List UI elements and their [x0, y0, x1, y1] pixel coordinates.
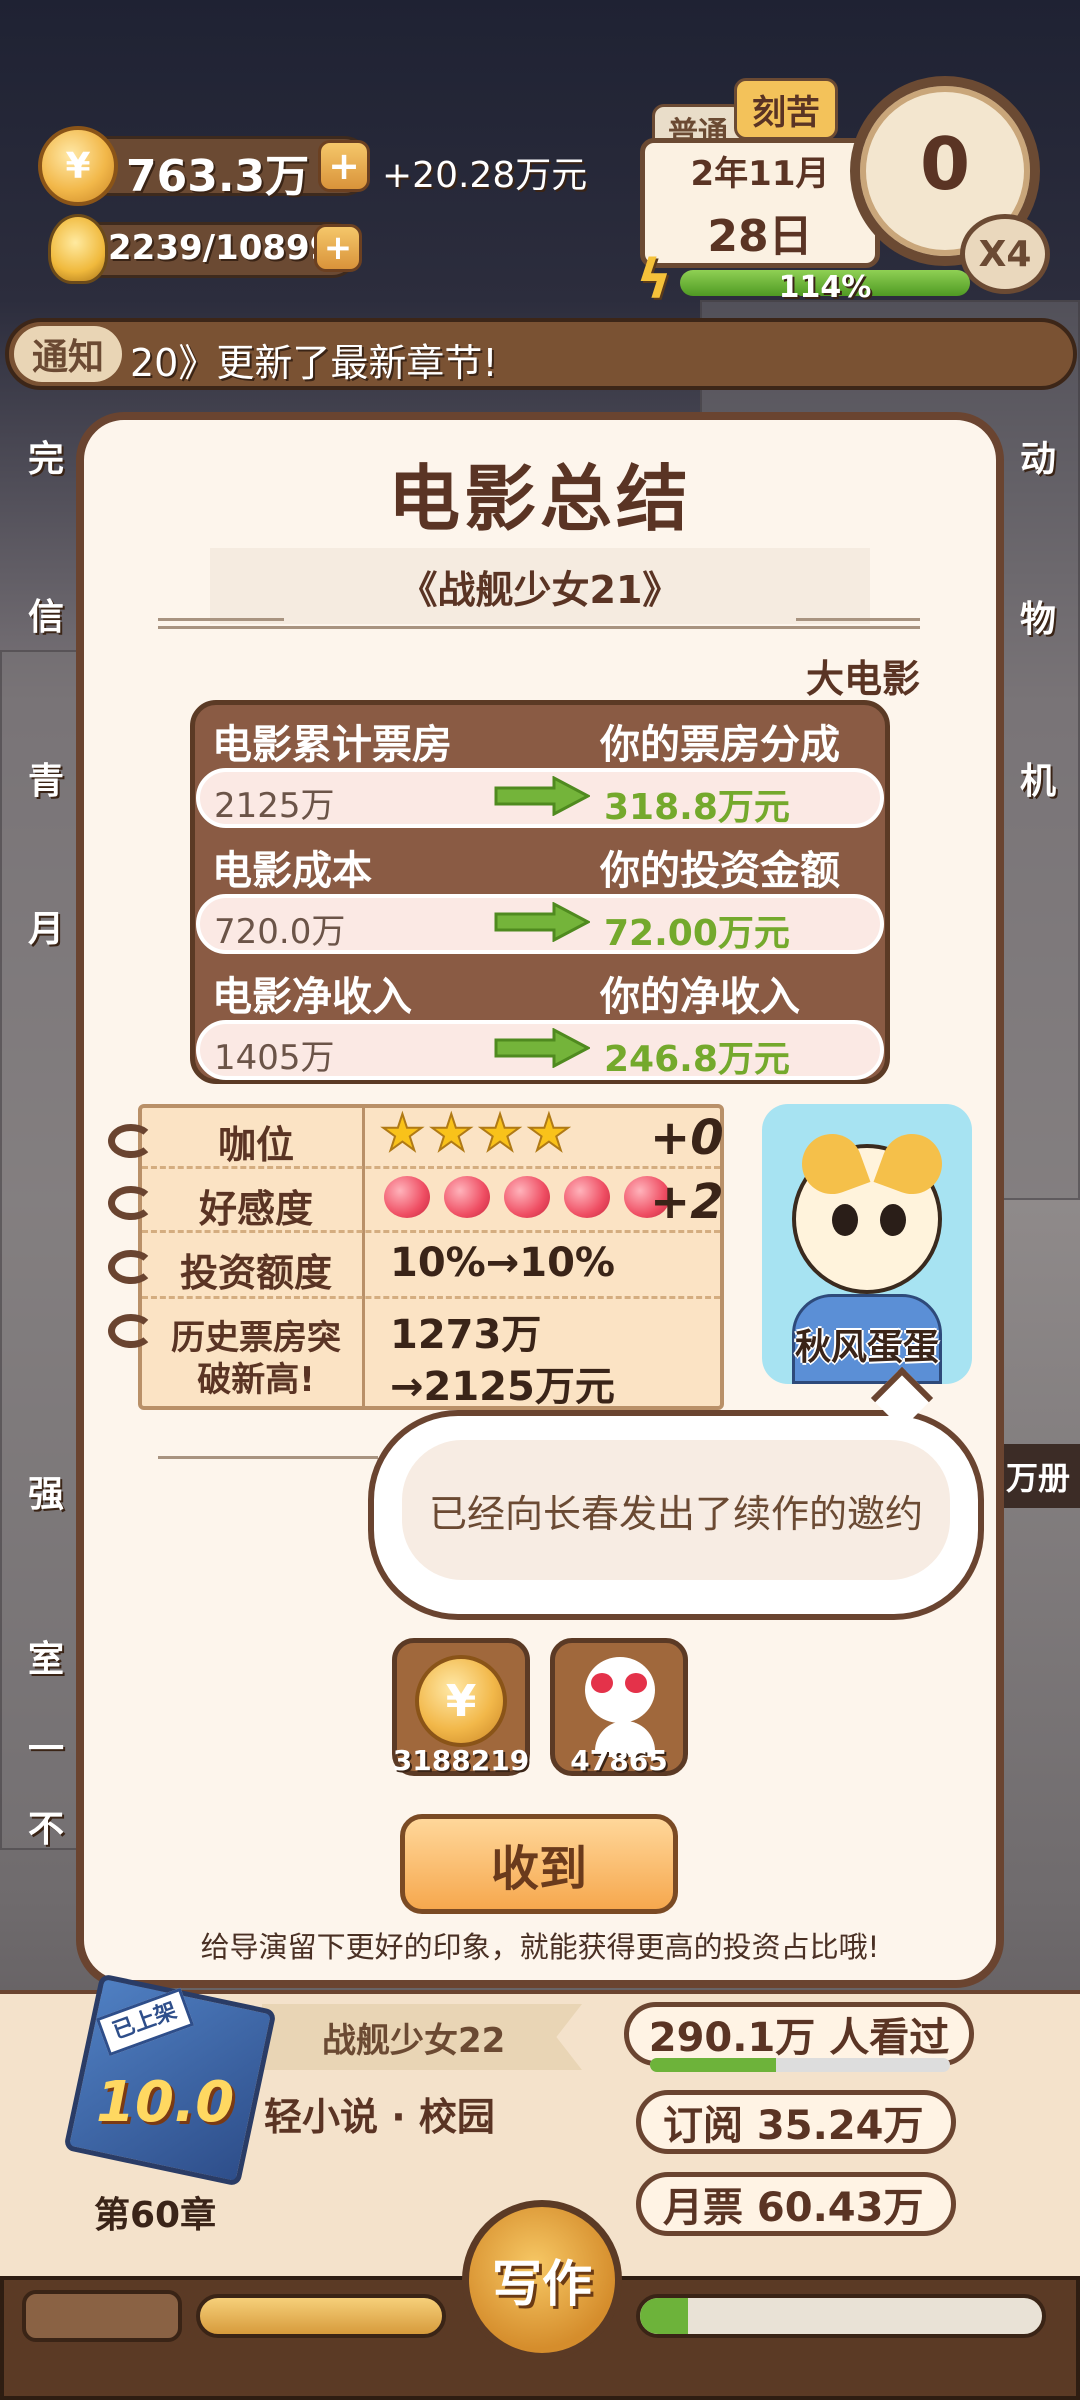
divider — [158, 618, 284, 621]
notebook-divider — [362, 1104, 365, 1410]
box-office-label: 电影累计票房 — [212, 722, 452, 768]
record-value-line2: →2125万元 — [390, 1364, 615, 1410]
heart-eye-icon — [591, 1673, 613, 1693]
affinity-label: 好感度 — [198, 1187, 313, 1231]
date-month: 2年11月 — [690, 154, 830, 194]
side-label: 不 — [28, 1809, 65, 1850]
cost-value: 720.0万 — [214, 912, 346, 952]
side-label: 月 — [28, 909, 65, 950]
movie-name: 《战舰少女21》 — [210, 548, 870, 624]
star-icon: ★ — [525, 1103, 572, 1163]
side-label: 完 — [28, 439, 65, 480]
side-label: 物 — [1020, 599, 1057, 640]
star-icon: ★ — [477, 1103, 524, 1163]
arrow-right-icon — [494, 776, 590, 816]
arrow-right-icon — [494, 902, 590, 942]
inspiration-value: 2239/10899 — [108, 228, 334, 268]
confirm-button[interactable]: 收到 — [400, 1814, 678, 1914]
side-label: 青 — [28, 761, 65, 802]
side-label: 室 — [28, 1639, 65, 1680]
book-title: 战舰少女22 — [262, 2004, 582, 2070]
reward-fans-amount: 47865 — [570, 1744, 668, 1777]
net-income-value: 1405万 — [214, 1038, 335, 1078]
movie-category: 大电影 — [805, 657, 920, 701]
side-label: 强 — [28, 1474, 65, 1515]
investment-value: 72.00万元 — [604, 913, 790, 954]
add-money-button[interactable]: + — [318, 140, 370, 192]
progress-bar-right — [636, 2294, 1046, 2338]
invest-value: 10%→10% — [390, 1240, 615, 1286]
box-office-share-value: 318.8万元 — [604, 787, 790, 828]
book-score: 10.0 — [96, 2070, 235, 2135]
side-label: 机 — [1020, 761, 1057, 802]
ring-binder-icon — [108, 1314, 154, 1348]
add-inspiration-button[interactable]: + — [314, 224, 362, 272]
bottom-left-slot[interactable] — [22, 2290, 182, 2342]
your-net-income-label: 你的净收入 — [600, 974, 800, 1020]
write-button[interactable]: 写作 — [462, 2200, 622, 2360]
star-icon: ★ — [428, 1103, 475, 1163]
cost-label: 电影成本 — [212, 848, 372, 894]
coin-reward-icon: ¥ — [415, 1655, 507, 1747]
box-office-value: 2125万 — [214, 786, 335, 826]
affinity-delta: +2 — [650, 1174, 724, 1230]
ring-binder-icon — [108, 1250, 154, 1284]
divider — [796, 618, 920, 621]
invest-label: 投资额度 — [179, 1251, 332, 1295]
dialog-tip: 给导演留下更好的印象，就能获得更高的投资占比哦! — [200, 1930, 880, 1964]
rank-stars: ★ ★ ★ ★ — [379, 1103, 572, 1163]
heart-icon — [444, 1176, 490, 1218]
speech-text: 已经向长春发出了续作的邀约 — [402, 1440, 950, 1580]
affinity-hearts — [384, 1176, 670, 1218]
notice-text: 20》更新了最新章节! — [130, 341, 498, 385]
subs-stat: 订阅 35.24万 — [636, 2090, 956, 2154]
side-label: 信 — [28, 597, 65, 638]
rank-delta: +0 — [650, 1110, 724, 1166]
lightbulb-icon — [48, 214, 108, 284]
net-income-label: 电影净收入 — [212, 974, 412, 1020]
ring-binder-icon — [108, 1124, 154, 1158]
money-value: 763.3万 — [126, 151, 310, 202]
book-genre: 轻小说 · 校园 — [264, 2095, 495, 2139]
monthly-ticket-stat: 月票 60.43万 — [636, 2172, 956, 2236]
lightning-icon: ϟ — [636, 248, 672, 311]
money-income: +20.28万元 — [382, 155, 588, 196]
reward-coin-amount: 3188219 — [392, 1744, 530, 1777]
record-label-line2: 破新高! — [197, 1360, 315, 1400]
notice-tag: 通知 — [14, 326, 122, 382]
book-chapter: 第60章 — [94, 2195, 217, 2236]
director-name: 秋风蛋蛋 — [794, 1327, 939, 1368]
investment-label: 你的投资金额 — [600, 848, 840, 894]
coin-icon: ¥ — [38, 126, 118, 206]
side-volume-label: 万册 — [996, 1444, 1080, 1508]
box-office-share-label: 你的票房分成 — [600, 722, 840, 768]
heart-icon — [384, 1176, 430, 1218]
divider — [158, 1456, 378, 1459]
side-label: 一 — [28, 1729, 65, 1770]
dialog-title: 电影总结 — [387, 457, 692, 541]
your-net-income-value: 246.8万元 — [604, 1039, 790, 1080]
divider — [158, 626, 920, 629]
mode-tab-hard[interactable]: 刻苦 — [734, 78, 838, 140]
star-icon: ★ — [379, 1103, 426, 1163]
viewers-bar — [650, 2058, 950, 2072]
heart-icon — [564, 1176, 610, 1218]
cat-eye-icon — [832, 1204, 858, 1236]
heart-icon — [504, 1176, 550, 1218]
speed-button[interactable]: X4 — [960, 214, 1050, 294]
ring-binder-icon — [108, 1186, 154, 1220]
rank-label: 咖位 — [217, 1123, 294, 1167]
record-value-line1: 1273万 — [390, 1312, 542, 1358]
arrow-right-icon — [494, 1028, 590, 1068]
side-label: 动 — [1020, 439, 1057, 480]
heart-eye-icon — [625, 1673, 647, 1693]
progress-bar-left — [196, 2294, 446, 2338]
viewers-bar-fill — [650, 2058, 776, 2072]
progress-bar-right-fill — [640, 2298, 689, 2334]
viewers-stat: 290.1万 人看过 — [624, 2002, 974, 2066]
clock-value: 0 — [919, 122, 971, 206]
cat-eye-icon — [880, 1204, 906, 1236]
energy-percent: 114% — [778, 270, 872, 305]
